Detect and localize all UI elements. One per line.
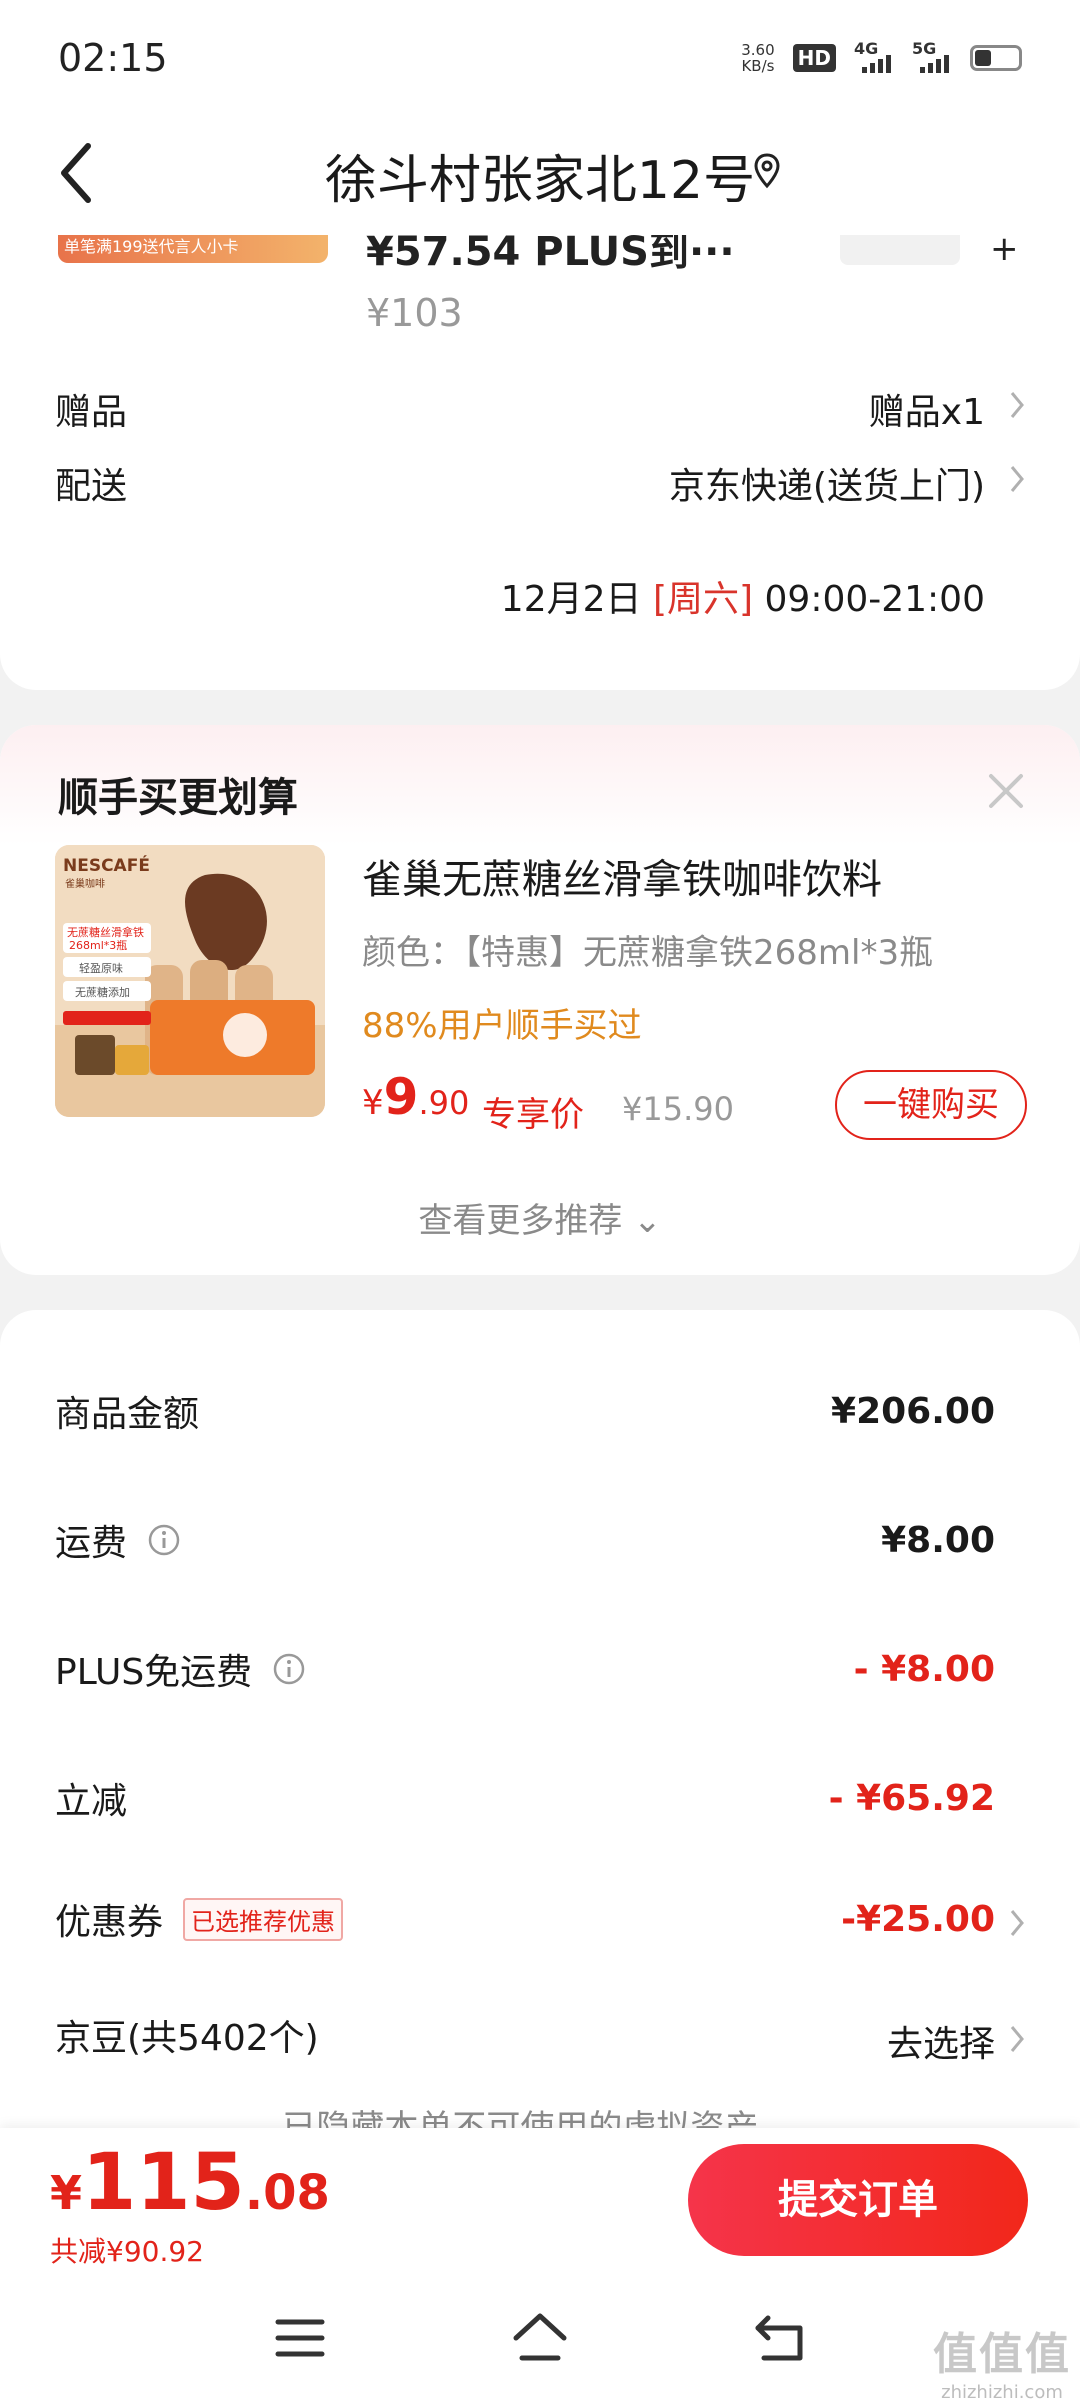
submit-order-button[interactable]: 提交订单 <box>688 2144 1028 2256</box>
quantity-plus-button[interactable]: + <box>990 235 1019 269</box>
coupon-label: 优惠券 <box>55 1902 164 1943</box>
svg-text:雀巢咖啡: 雀巢咖啡 <box>65 877 105 890</box>
checkout-bar: ¥115.08 共减¥90.92 提交订单 <box>0 2128 1080 2280</box>
plus-free-freight-row: PLUS免运费 - ¥8.00 <box>55 1643 1025 1703</box>
gift-row[interactable]: 赠品 赠品x1 <box>55 383 1025 443</box>
goods-amount-label: 商品金额 <box>55 1394 200 1435</box>
order-card: 单笔满199送代言人小卡 ¥57.54 PLUS到··· + ¥103 赠品 赠… <box>0 235 1080 690</box>
svg-text:轻盈原味: 轻盈原味 <box>79 961 123 975</box>
instant-discount-row: 立减 - ¥65.92 <box>55 1772 1025 1832</box>
info-icon[interactable] <box>147 1523 181 1557</box>
instant-discount-label: 立减 <box>55 1781 128 1822</box>
gift-value: 赠品x1 <box>868 392 985 433</box>
quantity-field[interactable] <box>840 235 960 265</box>
more-recommendations-link[interactable]: 查看更多推荐 ⌄ <box>0 1193 1080 1242</box>
address-title[interactable]: 徐斗村张家北12号 <box>0 138 1080 213</box>
svg-text:无蔗糖丝滑拿铁: 无蔗糖丝滑拿铁 <box>67 925 144 939</box>
battery-icon <box>970 45 1022 71</box>
jd-beans-row[interactable]: 京豆(共5402个) 去选择 <box>55 2009 1025 2069</box>
gift-row[interactable] <box>55 262 1025 322</box>
product-thumbnail[interactable]: 单笔满199送代言人小卡 <box>58 235 328 263</box>
delivery-value: 京东快递(送货上门) <box>668 466 985 507</box>
signal-5g-icon: 5G <box>912 39 952 73</box>
menu-icon[interactable] <box>270 2308 330 2368</box>
hidden-assets-note[interactable]: 已隐藏本单不可使用的虚拟资产 ⌄ <box>0 2098 1080 2128</box>
freight-value: ¥8.00 <box>881 1520 995 1561</box>
instant-discount-value: - ¥65.92 <box>828 1778 995 1819</box>
coupon-row[interactable]: 优惠券 已选推荐优惠 -¥25.00 <box>55 1893 1025 1953</box>
coupon-recommended-badge: 已选推荐优惠 <box>183 1897 344 1941</box>
product-image[interactable]: NESCAFÉ 雀巢咖啡 无蔗糖丝滑拿铁 268ml*3瓶 轻盈原味 无蔗糖添加 <box>55 845 325 1117</box>
plus-free-freight-value: - ¥8.00 <box>853 1649 995 1690</box>
recommend-title: 顺手买更划算 <box>58 775 298 821</box>
coupon-value: -¥25.00 <box>841 1899 995 1940</box>
location-pin-icon <box>754 153 780 189</box>
info-icon[interactable] <box>272 1652 306 1686</box>
delivery-label: 配送 <box>55 466 128 507</box>
jd-beans-action: 去选择 <box>886 2024 995 2065</box>
product-spec: 颜色：【特惠】无蔗糖拿铁268ml*3瓶 <box>362 933 934 973</box>
chevron-right-icon <box>1010 392 1024 418</box>
chevron-right-icon <box>1010 2026 1024 2052</box>
freight-label: 运费 <box>55 1523 128 1564</box>
hd-voice-icon: HD <box>792 44 836 72</box>
watermark-logo: 值值值 zhizhizhi.com <box>933 2329 1071 2400</box>
jd-beans-label: 京豆(共5402个) <box>55 2018 319 2059</box>
one-click-buy-button[interactable]: 一键购买 <box>835 1070 1027 1140</box>
close-icon[interactable] <box>985 770 1027 812</box>
status-time: 02:15 <box>58 36 168 80</box>
system-nav-bar <box>0 2280 1080 2400</box>
network-speed: 3.60 KB/s <box>741 41 775 75</box>
total-saved: 共减¥90.92 <box>50 2235 204 2268</box>
exclusive-price-tag: 专享价 <box>482 1095 584 1135</box>
old-price: ¥15.90 <box>622 1090 734 1128</box>
signal-4g-icon: 4G <box>854 39 894 73</box>
page-header: 徐斗村张家北12号 <box>0 110 1080 235</box>
delivery-row[interactable]: 配送 京东快递(送货上门) <box>55 457 1025 517</box>
chevron-right-icon <box>1010 1910 1024 1936</box>
freight-row: 运费 ¥8.00 <box>55 1514 1025 1574</box>
status-indicators: 3.60 KB/s HD 4G 5G <box>741 39 1022 76</box>
back-nav-icon[interactable] <box>750 2308 810 2368</box>
delivery-time: 12月2日 [周六] 09:00-21:00 <box>500 579 985 620</box>
status-bar: 02:15 3.60 KB/s HD 4G 5G <box>0 0 1080 110</box>
brand-logo: NESCAFÉ <box>63 854 150 876</box>
home-icon[interactable] <box>510 2308 570 2368</box>
plus-free-freight-label: PLUS免运费 <box>55 1652 253 1693</box>
buyers-stat: 88%用户顺手买过 <box>362 1006 642 1046</box>
svg-text:无蔗糖添加: 无蔗糖添加 <box>75 985 130 999</box>
goods-amount-row: 商品金额 ¥206.00 <box>55 1385 1025 1445</box>
product-price: ¥9.90 <box>362 1068 470 1126</box>
product-name[interactable]: 雀巢无蔗糖丝滑拿铁咖啡饮料 <box>362 847 882 905</box>
goods-amount-value: ¥206.00 <box>831 1391 995 1432</box>
total-price: ¥115.08 <box>50 2138 330 2228</box>
recommend-card: 顺手买更划算 NESCAFÉ 雀巢咖啡 无蔗糖丝滑拿铁 268ml*3瓶 轻盈原… <box>0 725 1080 1275</box>
chevron-right-icon <box>1010 466 1024 492</box>
gift-label: 赠品 <box>55 392 128 433</box>
svg-text:268ml*3瓶: 268ml*3瓶 <box>69 938 127 952</box>
